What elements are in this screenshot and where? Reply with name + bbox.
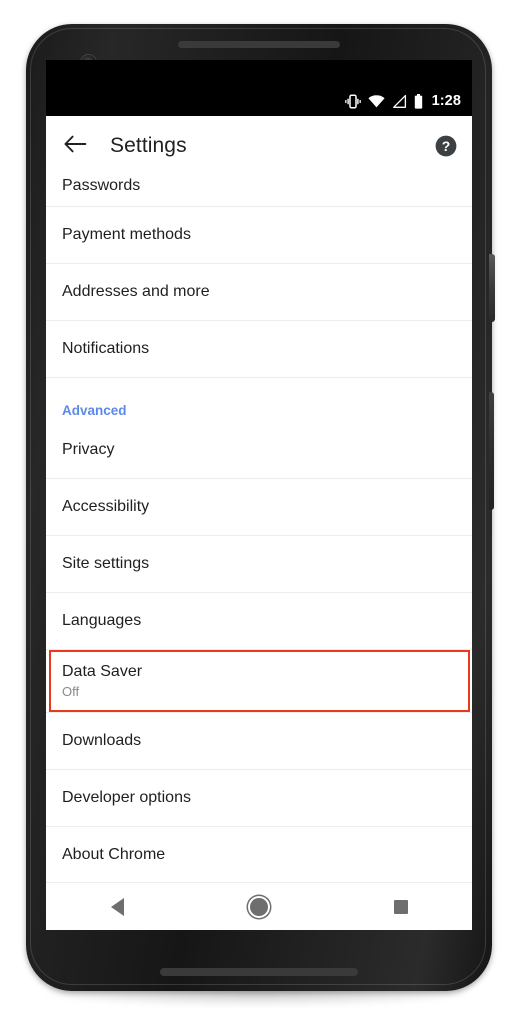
nav-recents-button[interactable] xyxy=(371,887,431,927)
bottom-speaker-icon xyxy=(160,968,358,976)
volume-rocker[interactable] xyxy=(489,392,494,510)
nav-recents-icon xyxy=(394,899,408,914)
screenshot-stage: 1:28 Settings ? Passwords Payment method… xyxy=(0,0,519,1024)
list-item-label: Developer options xyxy=(62,789,191,806)
list-item-about-chrome[interactable]: About Chrome xyxy=(46,827,472,883)
nav-home-button[interactable] xyxy=(229,887,289,927)
battery-icon xyxy=(414,93,423,109)
android-navigation-bar xyxy=(46,882,472,930)
list-item-developer-options[interactable]: Developer options xyxy=(46,770,472,826)
page-title: Settings xyxy=(110,134,187,157)
status-bar: 1:28 xyxy=(46,86,472,116)
list-item-label: Privacy xyxy=(62,441,115,458)
list-item-label: Notifications xyxy=(62,340,150,357)
settings-list: Passwords Payment methods Addresses and … xyxy=(46,176,472,884)
signal-icon xyxy=(392,94,407,108)
list-item-label: Accessibility xyxy=(62,498,150,515)
vibrate-icon xyxy=(344,93,361,109)
nav-back-icon xyxy=(110,897,124,916)
phone-screen: 1:28 Settings ? Passwords Payment method… xyxy=(46,60,472,930)
highlighted-row-wrapper: Data Saver Off xyxy=(46,650,472,712)
list-item-label: Languages xyxy=(62,612,142,629)
list-item-label: Site settings xyxy=(62,555,150,572)
nav-back-button[interactable] xyxy=(87,887,147,927)
list-item-label: Payment methods xyxy=(62,226,191,243)
svg-text:?: ? xyxy=(442,138,451,154)
list-item-subtitle: Off xyxy=(62,684,80,699)
chrome-settings-app: Settings ? Passwords Payment methods Add… xyxy=(46,116,472,930)
help-circle-icon: ? xyxy=(434,135,458,162)
list-item-downloads[interactable]: Downloads xyxy=(46,713,472,769)
power-button[interactable] xyxy=(489,254,495,322)
list-item-data-saver[interactable]: Data Saver Off xyxy=(46,650,472,712)
list-item-label: Data Saver xyxy=(62,663,143,680)
help-button[interactable]: ? xyxy=(434,134,458,158)
back-arrow-icon xyxy=(63,134,87,159)
section-header-label: Advanced xyxy=(62,403,127,418)
list-item-addresses-and-more[interactable]: Addresses and more xyxy=(46,264,472,320)
list-item-privacy[interactable]: Privacy xyxy=(46,422,472,478)
back-button[interactable] xyxy=(52,134,98,159)
list-item-label: Downloads xyxy=(62,732,142,749)
app-toolbar: Settings ? xyxy=(46,116,472,176)
list-item-label: Passwords xyxy=(62,177,141,194)
list-item-label: About Chrome xyxy=(62,846,166,863)
nav-home-icon xyxy=(250,897,268,916)
earpiece-speaker-icon xyxy=(178,41,340,48)
wifi-icon xyxy=(367,94,385,108)
list-item-languages[interactable]: Languages xyxy=(46,593,472,649)
list-item-payment-methods[interactable]: Payment methods xyxy=(46,207,472,263)
list-item-label: Addresses and more xyxy=(62,283,210,300)
list-item-site-settings[interactable]: Site settings xyxy=(46,536,472,592)
list-item-passwords[interactable]: Passwords xyxy=(46,176,472,206)
status-bar-clock: 1:28 xyxy=(431,92,461,109)
list-item-accessibility[interactable]: Accessibility xyxy=(46,479,472,535)
section-header-advanced: Advanced xyxy=(46,378,472,422)
list-item-notifications[interactable]: Notifications xyxy=(46,321,472,377)
